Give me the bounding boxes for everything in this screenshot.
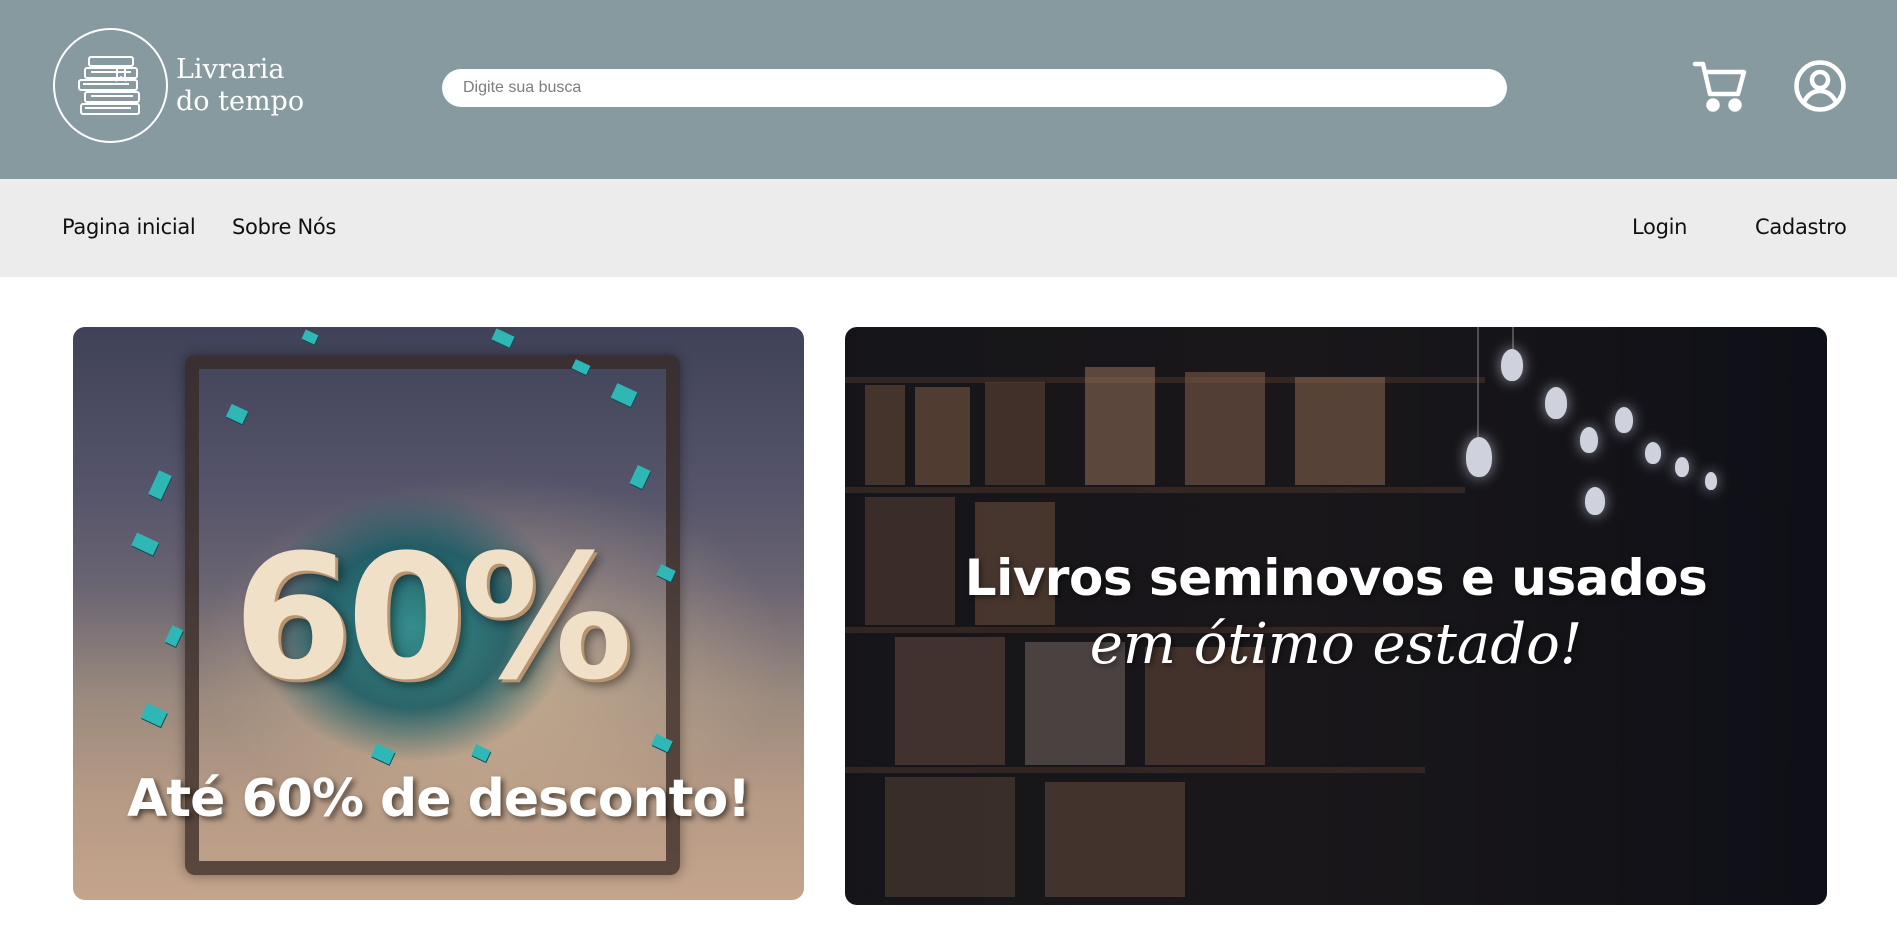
shard-decoration [491, 328, 515, 348]
shelf-decoration [845, 377, 1485, 383]
light-bulb-icon [1501, 349, 1523, 381]
shard-decoration [301, 329, 319, 345]
discount-percent: 60% [233, 517, 633, 718]
book-decoration [915, 387, 970, 485]
used-books-headline: Livros seminovos e usados [964, 549, 1708, 607]
book-decoration [1085, 367, 1155, 485]
main-nav: Pagina inicial Sobre Nós Login Cadastro [0, 179, 1897, 277]
book-decoration [1045, 782, 1185, 897]
light-bulb-icon [1615, 407, 1633, 433]
book-decoration [985, 382, 1045, 485]
lamp-wire [1477, 327, 1479, 437]
used-books-banner[interactable]: Livros seminovos e usados em ótimo estad… [845, 327, 1827, 905]
shelf-decoration [845, 487, 1465, 493]
search-input[interactable] [442, 69, 1507, 107]
shard-decoration [164, 625, 184, 647]
user-circle-icon[interactable] [1793, 59, 1847, 113]
used-books-subline: em ótimo estado! [1089, 612, 1583, 677]
book-decoration [865, 385, 905, 485]
light-bulb-icon [1645, 442, 1661, 464]
light-bulb-icon [1580, 427, 1598, 453]
book-decoration [1185, 372, 1265, 485]
logo-line2: do tempo [176, 85, 305, 117]
nav-about-link[interactable]: Sobre Nós [232, 215, 336, 239]
shard-decoration [148, 470, 172, 500]
logo-text: Livraria do tempo [176, 54, 304, 118]
light-bulb-icon [1705, 472, 1717, 490]
logo-line1: Livraria [176, 53, 285, 85]
cart-icon[interactable] [1692, 58, 1748, 114]
shard-decoration [140, 703, 168, 727]
nav-signup-link[interactable]: Cadastro [1755, 215, 1847, 239]
discount-caption: Até 60% de desconto! [127, 769, 751, 829]
shard-decoration [131, 532, 159, 556]
discount-banner[interactable]: 60% Até 60% de desconto! [73, 327, 804, 900]
shelf-decoration [845, 767, 1425, 773]
logo[interactable]: Livraria do tempo [53, 28, 304, 143]
light-bulb-icon [1545, 387, 1567, 419]
nav-home-link[interactable]: Pagina inicial [62, 215, 196, 239]
site-header: Livraria do tempo [0, 0, 1897, 179]
light-bulb-icon [1585, 487, 1605, 515]
light-bulb-icon [1675, 457, 1689, 477]
light-bulb-icon [1466, 437, 1492, 477]
book-decoration [885, 777, 1015, 897]
book-stack-icon [53, 28, 168, 143]
book-decoration [1295, 377, 1385, 485]
lamp-wire [1512, 327, 1514, 349]
nav-login-link[interactable]: Login [1632, 215, 1687, 239]
